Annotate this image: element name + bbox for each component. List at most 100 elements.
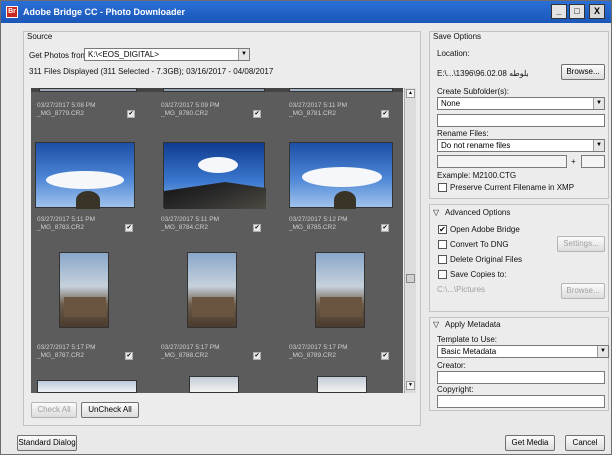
save-copies-label: Save Copies to: (450, 270, 507, 279)
thumbnail-filename: _MG_8788.CR2 (161, 352, 208, 359)
open-bridge-label: Open Adobe Bridge (450, 225, 520, 234)
thumbnail-image[interactable] (317, 376, 367, 393)
source-dropdown[interactable]: K:\<EOS_DIGITAL> ▼ (84, 48, 250, 61)
thumbnail-image[interactable] (163, 142, 266, 209)
cloud-shape (302, 167, 382, 187)
village-shape (320, 297, 362, 317)
thumbnail-filename: _MG_8783.CR2 (37, 224, 84, 231)
thumbnail-image[interactable] (315, 252, 365, 328)
thumbnail-date: 03/27/2017 5:12 PM (289, 216, 348, 223)
thumbnail-checkbox[interactable]: ✔ (125, 352, 133, 360)
delete-original-checkbox[interactable] (438, 255, 447, 264)
scroll-down-icon[interactable]: ▼ (406, 381, 415, 390)
maximize-button[interactable]: □ (569, 4, 585, 19)
preserve-filename-label: Preserve Current Filename in XMP (450, 183, 575, 192)
thumbnail-date: 03/27/2017 5:11 PM (161, 216, 220, 223)
thumbnail-cell[interactable]: 03/27/2017 5:11 PM _MG_8783.CR2 ✔ (31, 138, 155, 238)
chevron-down-icon[interactable]: ▼ (593, 140, 604, 151)
rename-files-dropdown[interactable]: Do not rename files ▼ (437, 139, 605, 152)
thumbnail-checkbox[interactable]: ✔ (381, 352, 389, 360)
thumbnail-image[interactable] (59, 252, 109, 328)
get-photos-label: Get Photos from: (29, 51, 90, 60)
template-label: Template to Use: (437, 335, 498, 344)
title-bar[interactable]: Br Adobe Bridge CC - Photo Downloader _ … (1, 1, 611, 23)
create-subfolders-dropdown[interactable]: None ▼ (437, 97, 605, 110)
check-all-button[interactable]: Check All (31, 402, 77, 418)
hill-shape (164, 182, 266, 209)
copyright-input[interactable] (437, 395, 605, 408)
window-title: Adobe Bridge CC - Photo Downloader (23, 7, 185, 17)
thumbnail-image[interactable] (289, 142, 393, 209)
rename-text-input[interactable] (437, 155, 567, 168)
preserve-filename-checkbox[interactable] (438, 183, 447, 192)
thumbnail-date: 03/27/2017 5:11 PM (37, 216, 96, 223)
standard-dialog-button[interactable]: Standard Dialog (17, 435, 77, 451)
thumbnail-checkbox[interactable]: ✔ (253, 352, 261, 360)
thumbnail-scrollbar[interactable]: ▲ ▼ (404, 88, 416, 393)
thumbnail-checkbox[interactable]: ✔ (127, 110, 135, 118)
cancel-button[interactable]: Cancel (565, 435, 605, 451)
source-header: Source (27, 32, 53, 41)
photo-downloader-window: Br Adobe Bridge CC - Photo Downloader _ … (0, 0, 612, 455)
thumbnail-image[interactable] (39, 88, 137, 92)
thumbnail-filename: _MG_8781.CR2 (289, 110, 336, 117)
thumbnail-image[interactable] (37, 380, 137, 393)
close-button[interactable]: X (589, 4, 605, 19)
template-value: Basic Metadata (441, 347, 497, 356)
thumbnail-filename: _MG_8787.CR2 (37, 352, 84, 359)
convert-dng-checkbox[interactable] (438, 240, 447, 249)
chevron-down-icon[interactable]: ▼ (238, 49, 249, 60)
files-info: 311 Files Displayed (311 Selected - 7.3G… (29, 67, 274, 76)
thumbnail-cell[interactable]: 03/27/2017 5:17 PM _MG_8789.CR2 ✔ (283, 248, 403, 360)
source-dropdown-value: K:\<EOS_DIGITAL> (88, 50, 159, 59)
thumbnail-checkbox[interactable]: ✔ (253, 110, 261, 118)
copies-path: C:\...\Pictures (437, 285, 486, 294)
chevron-down-icon[interactable]: ▼ (593, 98, 604, 109)
scroll-thumb[interactable] (406, 274, 415, 283)
get-media-button[interactable]: Get Media (505, 435, 555, 451)
dng-settings-button[interactable]: Settings... (557, 236, 605, 252)
bridge-app-icon: Br (6, 6, 18, 18)
create-subfolders-label: Create Subfolder(s): (437, 87, 510, 96)
collapse-icon[interactable]: ▽ (433, 320, 439, 329)
template-dropdown[interactable]: Basic Metadata ▼ (437, 345, 609, 358)
location-value: E:\...\1396\96.02.08 بلوطه (437, 69, 529, 78)
uncheck-all-button[interactable]: UnCheck All (81, 402, 139, 418)
collapse-icon[interactable]: ▽ (433, 208, 439, 217)
tree-shape (76, 191, 100, 209)
minimize-button[interactable]: _ (551, 4, 567, 19)
rename-example: Example: M2100.CTG (437, 171, 517, 180)
thumbnail-checkbox[interactable]: ✔ (381, 110, 389, 118)
save-copies-checkbox[interactable] (438, 270, 447, 279)
browse-location-button[interactable]: Browse... (561, 64, 605, 80)
rename-number-input[interactable] (581, 155, 605, 168)
thumbnail-checkbox[interactable]: ✔ (253, 224, 261, 232)
cloud-shape (46, 171, 124, 189)
village-shape (64, 297, 106, 317)
subfolder-name-input[interactable] (437, 114, 605, 127)
advanced-options-header[interactable]: Advanced Options (445, 208, 510, 217)
copyright-label: Copyright: (437, 385, 474, 394)
thumbnail-checkbox[interactable]: ✔ (125, 224, 133, 232)
creator-input[interactable] (437, 371, 605, 384)
thumbnail-image[interactable] (35, 142, 135, 209)
open-bridge-checkbox[interactable]: ✔ (438, 225, 447, 234)
thumbnail-cell[interactable]: 03/27/2017 5:11 PM _MG_8784.CR2 ✔ (157, 138, 281, 238)
browse-copies-button[interactable]: Browse... (561, 283, 605, 299)
rename-files-label: Rename Files: (437, 129, 489, 138)
chevron-down-icon[interactable]: ▼ (597, 346, 608, 357)
apply-metadata-header[interactable]: Apply Metadata (445, 320, 501, 329)
thumbnail-cell[interactable]: 03/27/2017 5:17 PM _MG_8788.CR2 ✔ (157, 248, 281, 360)
thumbnail-cell[interactable]: 03/27/2017 5:17 PM _MG_8787.CR2 ✔ (31, 248, 155, 360)
scroll-up-icon[interactable]: ▲ (406, 89, 415, 98)
thumbnail-grid[interactable]: 03/27/2017 5:08 PM _MG_8779.CR2 ✔ 03/27/… (31, 88, 403, 393)
thumbnail-image[interactable] (189, 376, 239, 393)
rename-files-value: Do not rename files (441, 141, 511, 150)
delete-original-label: Delete Original Files (450, 255, 523, 264)
thumbnail-image[interactable] (187, 252, 237, 328)
create-subfolders-value: None (441, 99, 461, 108)
thumbnail-cell[interactable]: 03/27/2017 5:12 PM _MG_8785.CR2 ✔ (283, 138, 403, 238)
thumbnail-image[interactable] (289, 88, 393, 92)
thumbnail-checkbox[interactable]: ✔ (381, 224, 389, 232)
thumbnail-image[interactable] (163, 88, 265, 92)
